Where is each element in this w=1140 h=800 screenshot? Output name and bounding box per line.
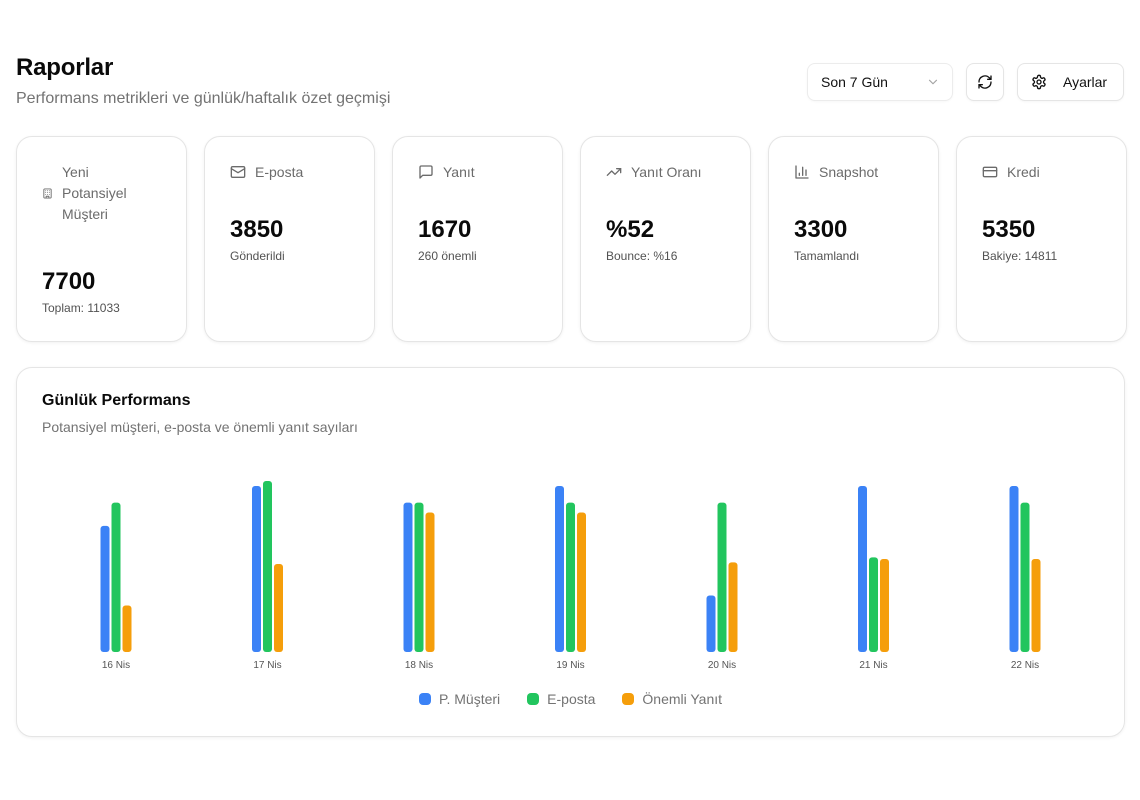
- card-header: Kredi: [982, 162, 1106, 183]
- settings-button-label: Ayarlar: [1063, 74, 1108, 90]
- x-tick-label: 20 Nis: [708, 660, 736, 671]
- legend-item[interactable]: P. Müşteri: [418, 691, 501, 707]
- legend-label: E-posta: [547, 691, 596, 707]
- x-tick-label: 19 Nis: [556, 660, 584, 671]
- bar-leads[interactable]: [858, 485, 867, 652]
- bar-leads[interactable]: [1009, 485, 1019, 652]
- card-subtext: Toplam: 11033: [42, 301, 120, 315]
- bar-important-reply[interactable]: [577, 512, 586, 652]
- card-header: E-posta: [230, 162, 354, 183]
- bar-important-reply[interactable]: [1031, 559, 1041, 652]
- bar-email[interactable]: [869, 557, 878, 652]
- card-value: 1670: [418, 216, 472, 243]
- chevron-down-icon: [928, 79, 938, 85]
- legend-swatch: [622, 693, 635, 705]
- legend-swatch: [527, 693, 540, 705]
- card-value: 7700: [42, 268, 96, 295]
- bar-email[interactable]: [566, 502, 575, 652]
- x-tick-label: 21 Nis: [859, 660, 887, 671]
- card-header: Snapshot: [794, 162, 918, 183]
- legend-item[interactable]: Önemli Yanıt: [622, 691, 722, 707]
- daily-performance-card: Günlük Performans Potansiyel müşteri, e-…: [16, 367, 1125, 737]
- metric-cards: Yeni Potansiyel Müşteri 7700 Toplam: 110…: [16, 136, 1127, 342]
- legend-label: Önemli Yanıt: [642, 691, 723, 707]
- page-subtitle: Performans metrikleri ve günlük/haftalık…: [16, 90, 391, 107]
- bar-important-reply[interactable]: [728, 562, 738, 652]
- refresh-icon: [978, 75, 992, 89]
- bar-email[interactable]: [111, 502, 121, 652]
- refresh-button[interactable]: [966, 63, 1004, 101]
- bar-leads[interactable]: [555, 485, 564, 652]
- card-label: Snapshot: [819, 164, 879, 180]
- card-label: Kredi: [1007, 164, 1040, 180]
- legend-swatch: [418, 693, 431, 705]
- card-email: E-posta 3850 Gönderildi: [204, 136, 375, 342]
- card-reply-rate: Yanıt Oranı %52 Bounce: %16: [580, 136, 751, 342]
- card-header: Yanıt: [418, 162, 542, 183]
- card-label: E-posta: [255, 164, 304, 180]
- card-subtext: Bounce: %16: [606, 249, 678, 263]
- bar-email[interactable]: [1020, 502, 1030, 652]
- bar-important-reply[interactable]: [274, 564, 283, 652]
- bar-leads[interactable]: [100, 525, 110, 652]
- card-label: Yeni Potansiyel Müşteri: [62, 164, 127, 222]
- x-tick-label: 22 Nis: [1011, 660, 1039, 671]
- settings-button[interactable]: Ayarlar: [1017, 63, 1124, 101]
- card-header: Yanıt Oranı: [606, 162, 730, 183]
- bar-important-reply[interactable]: [425, 512, 435, 652]
- card-snapshot: Snapshot 3300 Tamamlandı: [768, 136, 939, 342]
- card-new-leads: Yeni Potansiyel Müşteri 7700 Toplam: 110…: [16, 136, 187, 342]
- mail-icon: [230, 166, 246, 178]
- card-label: Yanıt: [443, 164, 475, 180]
- card-value: 3850: [230, 216, 284, 243]
- building-icon: [43, 188, 52, 199]
- card-subtext: Gönderildi: [230, 249, 285, 263]
- header-controls: Son 7 Gün Ayarlar: [807, 63, 1124, 101]
- bar-email[interactable]: [263, 481, 272, 652]
- card-value: 3300: [794, 216, 848, 243]
- bar-email[interactable]: [717, 502, 727, 652]
- bar-leads[interactable]: [403, 502, 413, 652]
- legend-label: P. Müşteri: [438, 691, 501, 707]
- legend-item[interactable]: E-posta: [527, 691, 595, 707]
- period-select-value: Son 7 Gün: [821, 74, 888, 90]
- card-subtext: 260 önemli: [418, 249, 477, 263]
- card-subtext: Tamamlandı: [794, 249, 860, 263]
- bar-email[interactable]: [414, 502, 424, 652]
- trending-up-icon: [606, 168, 622, 176]
- daily-performance-chart: 16 Nis 17 Nis 18 Nis 19 Nis 20 Nis 21 Nis 22 N…: [100, 481, 1041, 671]
- bar-chart-icon: [795, 165, 809, 179]
- card-subtext: Bakiye: 14811: [982, 249, 1058, 263]
- credit-card-icon: [982, 166, 998, 178]
- page-title: Raporlar: [16, 54, 114, 81]
- card-credit: Kredi 5350 Bakiye: 14811: [956, 136, 1127, 342]
- bar-important-reply[interactable]: [122, 605, 132, 652]
- card-label: Yanıt Oranı: [631, 164, 702, 180]
- card-header: Yeni Potansiyel Müşteri: [42, 162, 166, 225]
- card-reply: Yanıt 1670 260 önemli: [392, 136, 563, 342]
- bar-leads[interactable]: [706, 595, 716, 652]
- x-tick-label: 17 Nis: [253, 660, 281, 671]
- x-tick-label: 16 Nis: [102, 660, 130, 671]
- card-value: %52: [606, 216, 655, 243]
- card-value: 5350: [982, 216, 1036, 243]
- period-select[interactable]: Son 7 Gün: [807, 63, 953, 101]
- bar-leads[interactable]: [252, 485, 261, 652]
- gear-icon: [1032, 74, 1046, 90]
- chart-legend: P. Müşteri E-posta Önemli Yanıt: [17, 691, 1124, 707]
- bar-important-reply[interactable]: [880, 559, 889, 652]
- x-tick-label: 18 Nis: [405, 660, 433, 671]
- message-icon: [419, 165, 433, 179]
- page-header: Raporlar Performans metrikleri ve günlük…: [16, 54, 390, 108]
